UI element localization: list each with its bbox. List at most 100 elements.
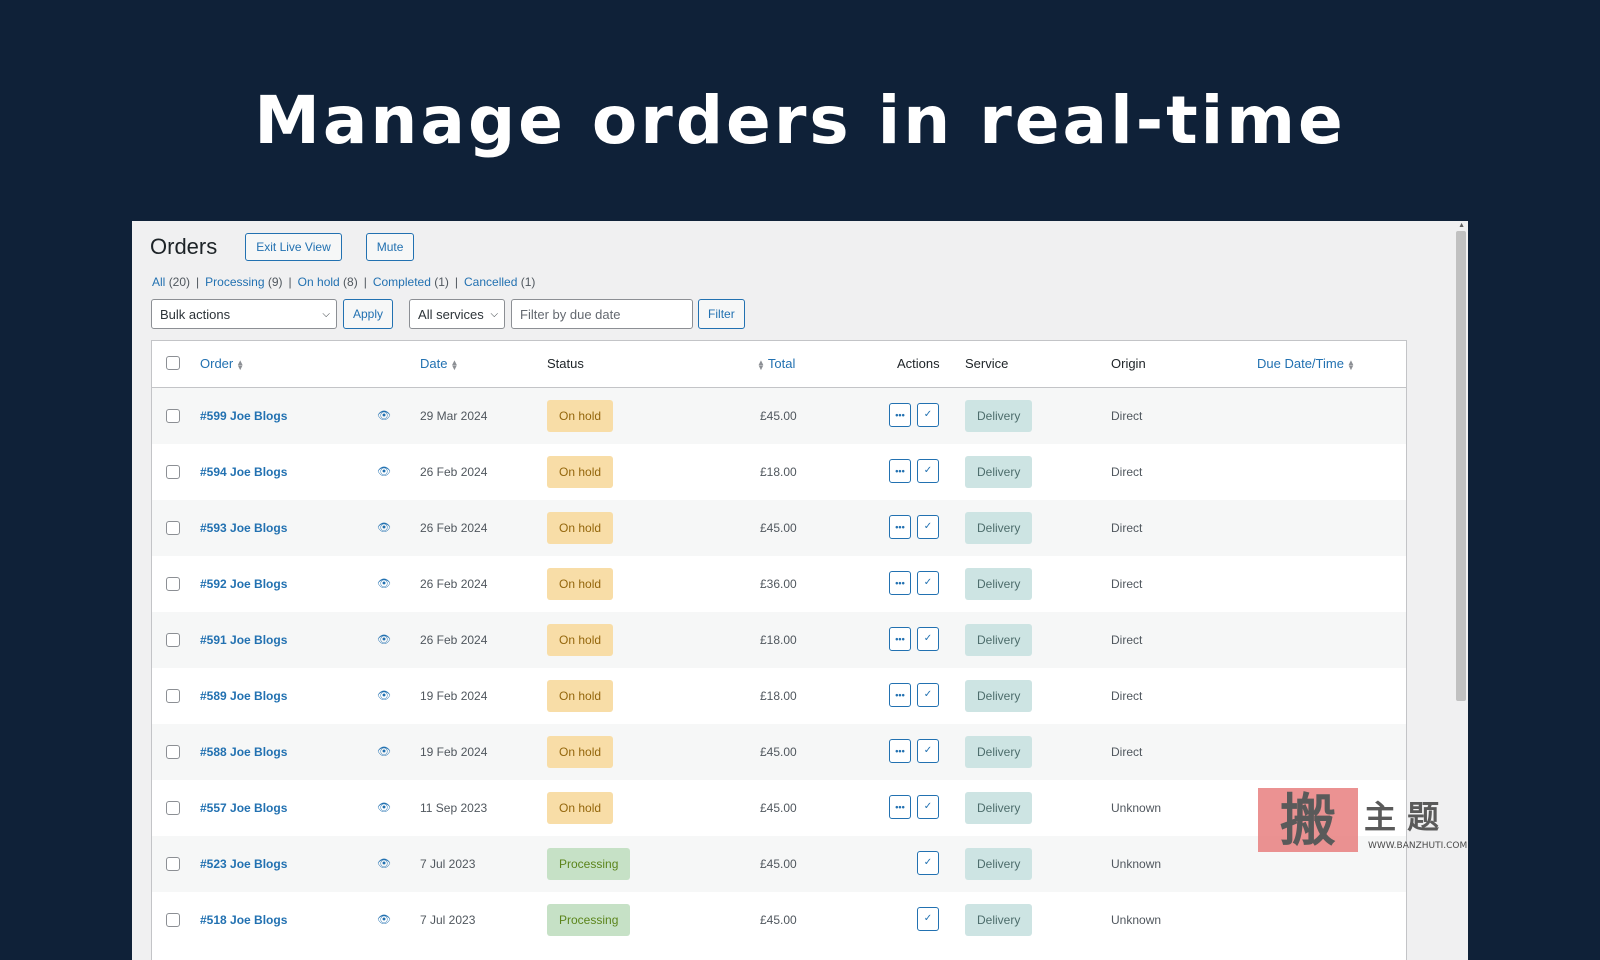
- eye-icon[interactable]: 👁: [377, 409, 391, 422]
- exit-live-view-button[interactable]: Exit Live View: [245, 233, 342, 261]
- checkmark-icon[interactable]: ✓: [917, 907, 939, 931]
- order-link[interactable]: #588 Joe Blogs: [200, 745, 287, 759]
- eye-icon[interactable]: 👁: [377, 913, 391, 926]
- page-header: Orders Exit Live View Mute: [150, 233, 438, 261]
- order-link[interactable]: #557 Joe Blogs: [200, 801, 287, 815]
- order-link[interactable]: #591 Joe Blogs: [200, 633, 287, 647]
- table-row: #518 Joe Blogs 👁 7 Jul 2023 Processing £45.0…: [152, 892, 1406, 948]
- column-status: Status: [547, 356, 584, 371]
- row-checkbox[interactable]: [166, 857, 180, 871]
- service-badge: Delivery: [965, 848, 1033, 880]
- view-label: Completed: [372, 275, 431, 289]
- sort-arrows-icon: ▲ ▼: [1346, 357, 1355, 372]
- services-select[interactable]: All services ⌵: [409, 299, 506, 329]
- view-label: All: [152, 275, 166, 289]
- order-date: 26 Feb 2024: [420, 633, 488, 647]
- eye-icon[interactable]: 👁: [377, 689, 391, 702]
- checkmark-icon[interactable]: ✓: [917, 795, 939, 819]
- ellipsis-icon[interactable]: •••: [889, 459, 911, 483]
- order-link[interactable]: #518 Joe Blogs: [200, 913, 287, 927]
- order-link[interactable]: #599 Joe Blogs: [200, 409, 287, 423]
- row-checkbox[interactable]: [166, 633, 180, 647]
- row-checkbox[interactable]: [166, 801, 180, 815]
- checkmark-icon[interactable]: ✓: [917, 515, 939, 539]
- order-link[interactable]: #523 Joe Blogs: [200, 857, 287, 871]
- order-origin: Unknown: [1111, 801, 1162, 815]
- filter-bar: Bulk actions ⌵ Apply All services ⌵ Filt…: [151, 299, 745, 329]
- ellipsis-icon[interactable]: •••: [889, 571, 911, 595]
- checkmark-icon[interactable]: ✓: [917, 739, 939, 763]
- mute-button[interactable]: Mute: [365, 233, 415, 261]
- view-count: (8): [343, 275, 358, 289]
- eye-icon[interactable]: 👁: [377, 577, 391, 590]
- eye-icon[interactable]: 👁: [377, 521, 391, 534]
- eye-icon[interactable]: 👁: [377, 857, 391, 870]
- column-order[interactable]: Order ▲ ▼: [200, 356, 247, 371]
- due-date-filter-input[interactable]: [511, 299, 694, 329]
- table-body: #599 Joe Blogs 👁 29 Mar 2024 On hold £45.00 •…: [152, 388, 1406, 948]
- scroll-up-arrow-icon[interactable]: ▲: [1458, 222, 1465, 229]
- ellipsis-icon[interactable]: •••: [889, 739, 911, 763]
- order-link[interactable]: #594 Joe Blogs: [200, 465, 287, 479]
- row-checkbox[interactable]: [166, 689, 180, 703]
- order-link[interactable]: #593 Joe Blogs: [200, 521, 287, 535]
- watermark-url: WWW.BANZHUTI.COM: [1368, 841, 1467, 851]
- status-badge: On hold: [547, 680, 614, 712]
- view-label: Cancelled: [464, 275, 518, 289]
- ellipsis-icon[interactable]: •••: [889, 403, 911, 427]
- order-total: £36.00: [760, 577, 797, 591]
- eye-icon[interactable]: 👁: [377, 801, 391, 814]
- chevron-down-icon: ⌵: [490, 308, 499, 320]
- view-link[interactable]: Cancelled (1): [464, 275, 535, 289]
- view-link[interactable]: On hold (8): [298, 275, 358, 289]
- ellipsis-icon[interactable]: •••: [889, 683, 911, 707]
- vertical-scrollbar[interactable]: [1456, 231, 1466, 701]
- row-checkbox[interactable]: [166, 913, 180, 927]
- view-link[interactable]: All (20): [152, 275, 190, 289]
- column-due-date[interactable]: Due Date/Time ▲ ▼: [1257, 356, 1358, 371]
- row-checkbox[interactable]: [166, 409, 180, 423]
- status-badge: On hold: [547, 624, 614, 656]
- eye-icon[interactable]: 👁: [377, 465, 391, 478]
- row-checkbox[interactable]: [166, 465, 180, 479]
- table-header: Order ▲ ▼ Date ▲ ▼ Status ▲ ▼ Total Actions Se…: [152, 341, 1406, 388]
- order-date: 26 Feb 2024: [420, 577, 488, 591]
- checkmark-icon[interactable]: ✓: [917, 403, 939, 427]
- order-total: £45.00: [760, 409, 797, 423]
- order-origin: Direct: [1111, 465, 1143, 479]
- bulk-actions-select[interactable]: Bulk actions ⌵: [151, 299, 337, 329]
- checkmark-icon[interactable]: ✓: [917, 851, 939, 875]
- filter-button[interactable]: Filter: [698, 299, 745, 329]
- ellipsis-icon[interactable]: •••: [889, 627, 911, 651]
- view-count: (1): [434, 275, 449, 289]
- hero-title: Manage orders in real-time: [254, 82, 1346, 159]
- eye-icon[interactable]: 👁: [377, 745, 391, 758]
- service-badge: Delivery: [965, 904, 1033, 936]
- row-checkbox[interactable]: [166, 577, 180, 591]
- checkmark-icon[interactable]: ✓: [917, 627, 939, 651]
- select-all-checkbox[interactable]: [166, 356, 180, 370]
- view-link[interactable]: Processing (9): [205, 275, 282, 289]
- row-checkbox[interactable]: [166, 521, 180, 535]
- table-row: #588 Joe Blogs 👁 19 Feb 2024 On hold £45.00 •…: [152, 724, 1406, 780]
- view-separator: |: [454, 275, 459, 289]
- bulk-actions-value: Bulk actions: [160, 306, 231, 322]
- order-origin: Direct: [1111, 577, 1143, 591]
- ellipsis-icon[interactable]: •••: [889, 515, 911, 539]
- checkmark-icon[interactable]: ✓: [917, 683, 939, 707]
- row-checkbox[interactable]: [166, 745, 180, 759]
- status-views: All (20) | Processing (9) | On hold (8) | Comp…: [152, 275, 535, 289]
- column-total[interactable]: ▲ ▼ Total: [754, 356, 795, 371]
- column-date[interactable]: Date ▲ ▼: [420, 356, 461, 371]
- checkmark-icon[interactable]: ✓: [917, 571, 939, 595]
- order-link[interactable]: #592 Joe Blogs: [200, 577, 287, 591]
- order-origin: Direct: [1111, 521, 1143, 535]
- page-title: Orders: [150, 234, 218, 259]
- order-link[interactable]: #589 Joe Blogs: [200, 689, 287, 703]
- apply-button[interactable]: Apply: [343, 299, 394, 329]
- checkmark-icon[interactable]: ✓: [917, 459, 939, 483]
- eye-icon[interactable]: 👁: [377, 633, 391, 646]
- ellipsis-icon[interactable]: •••: [889, 795, 911, 819]
- view-link[interactable]: Completed (1): [373, 275, 449, 289]
- services-value: All services: [418, 306, 484, 322]
